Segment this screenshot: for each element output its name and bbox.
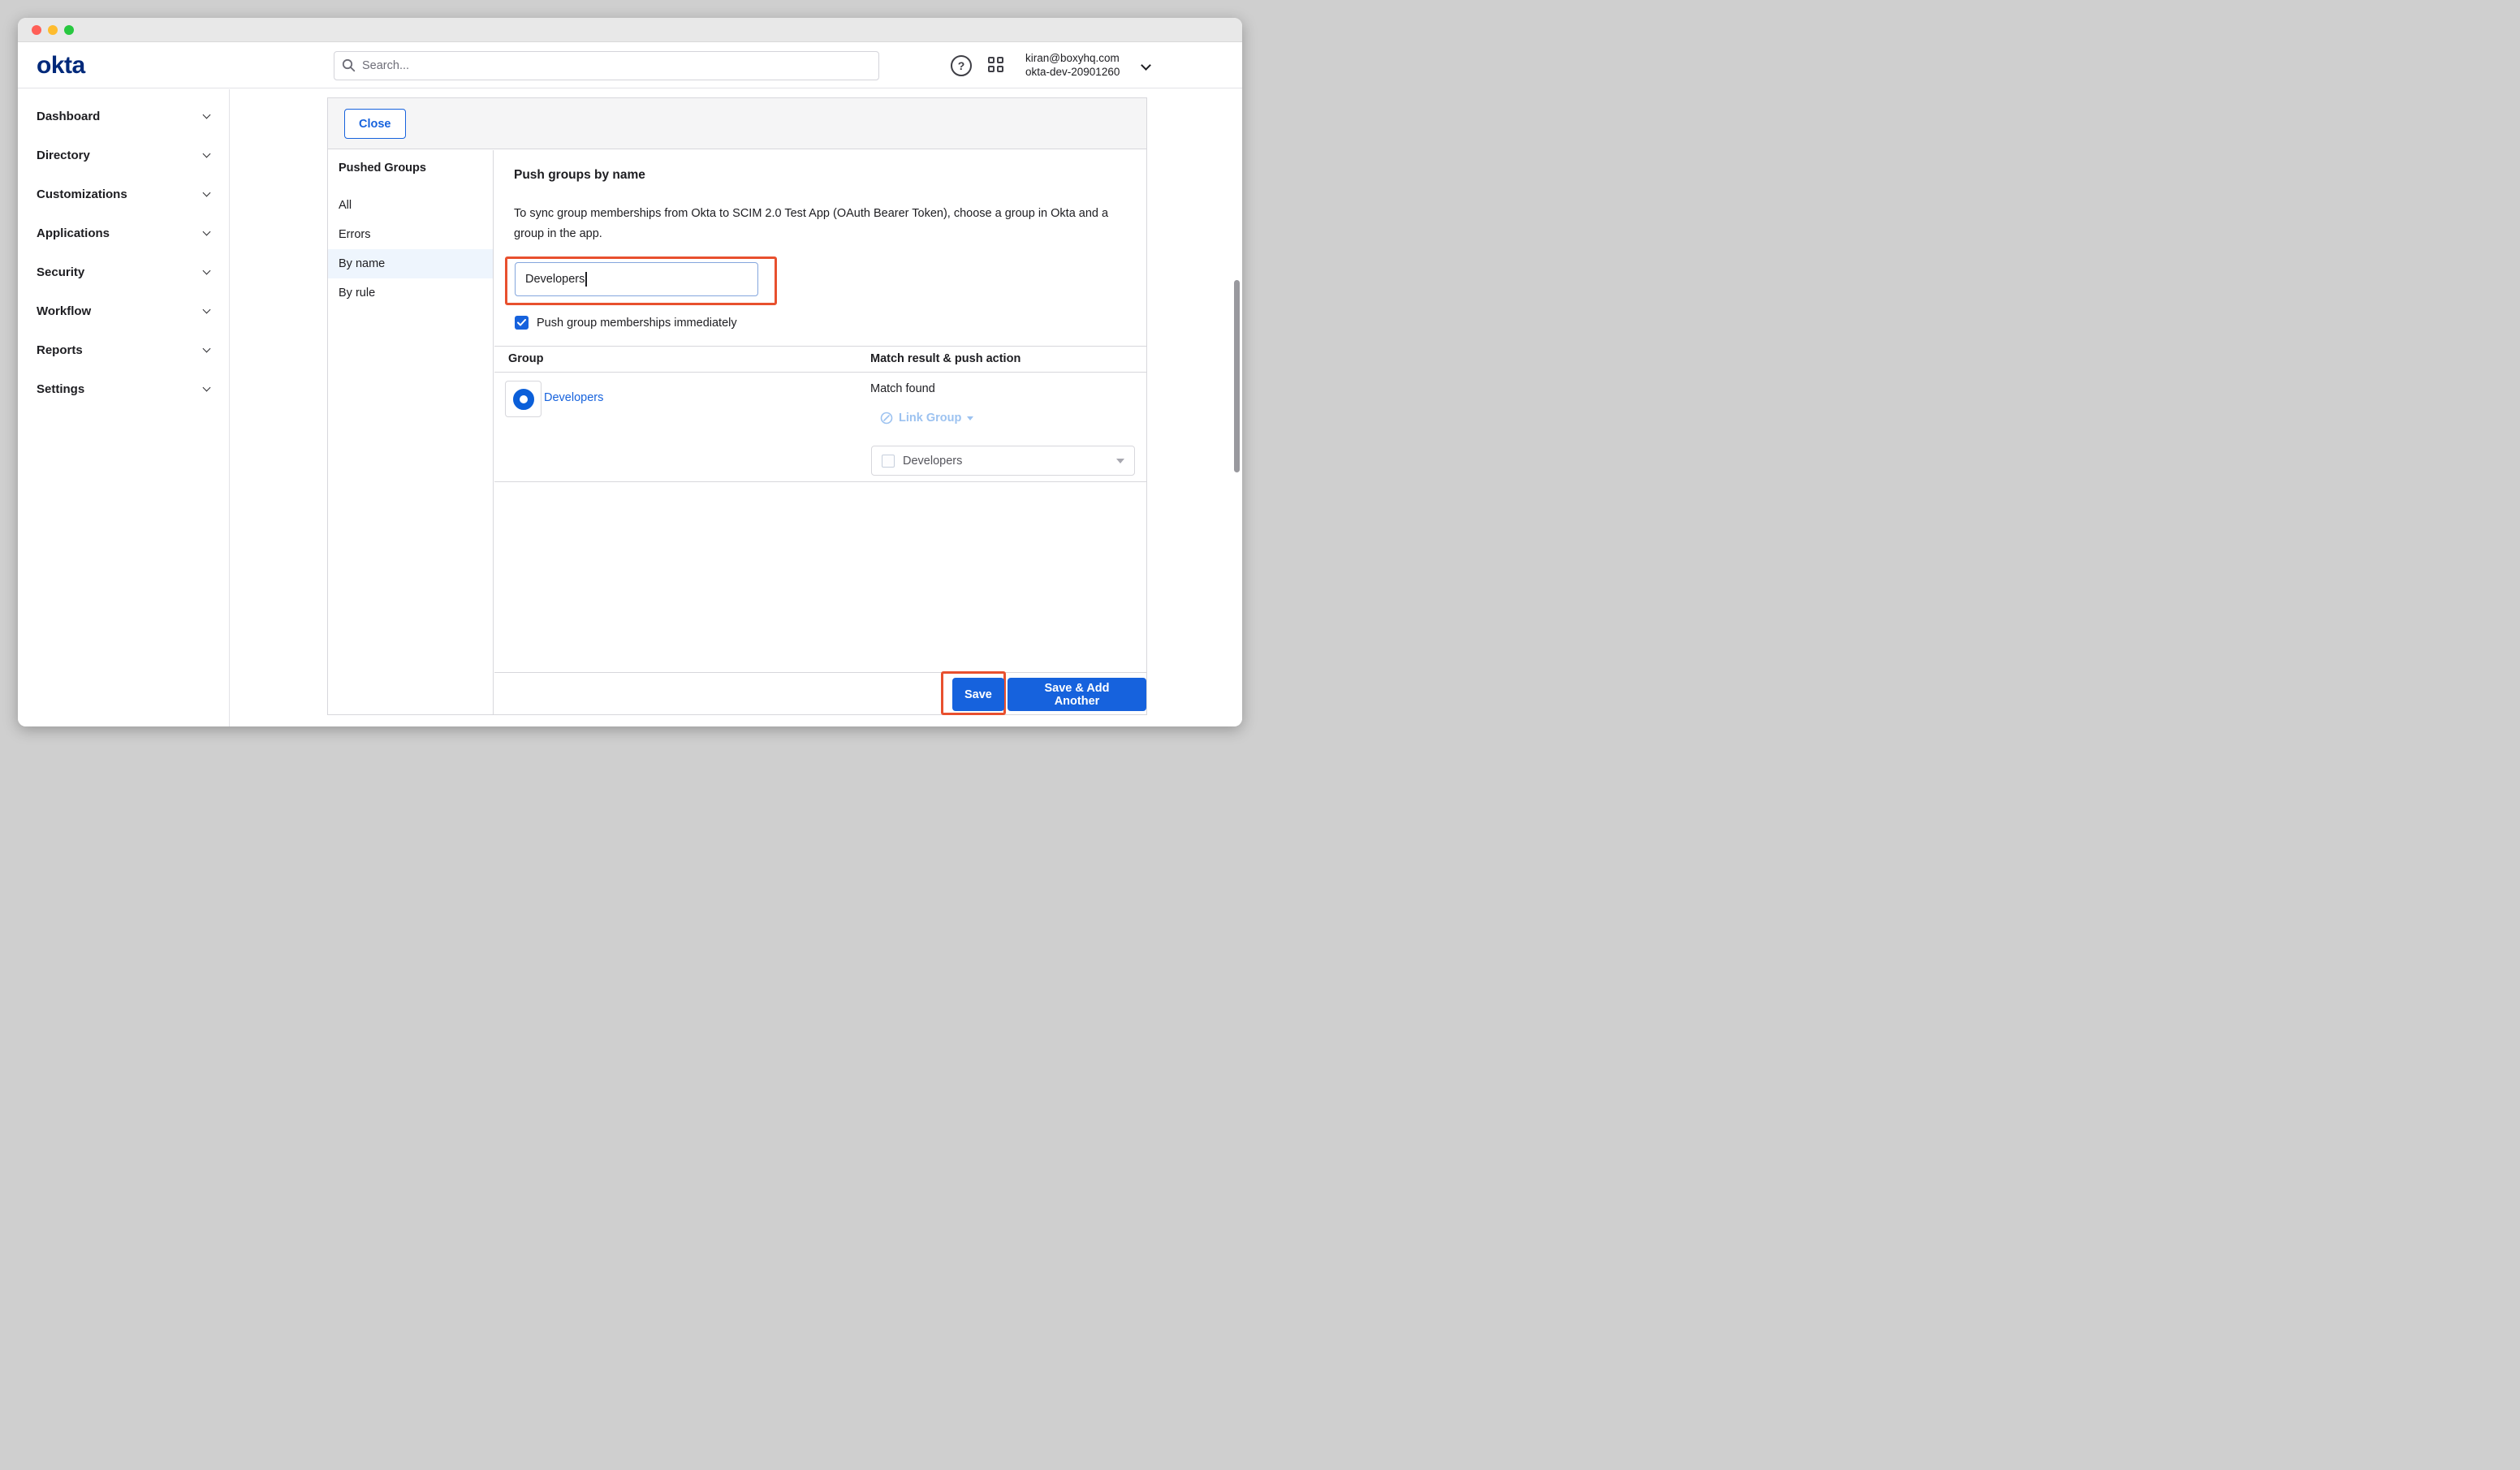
zoom-window-button[interactable] — [64, 25, 74, 35]
sidebar-item-label: Directory — [37, 149, 90, 162]
search-bar — [334, 51, 879, 80]
sidebar: Dashboard Directory Customizations Appli… — [18, 89, 230, 726]
group-input-value: Developers — [525, 273, 585, 286]
subnav-item-by-rule[interactable]: By rule — [328, 278, 493, 308]
sidebar-item-label: Applications — [37, 226, 110, 240]
close-window-button[interactable] — [32, 25, 41, 35]
sidebar-item-settings[interactable]: Settings — [18, 369, 229, 408]
push-immediately-row: Push group memberships immediately — [515, 316, 737, 330]
grid-square — [988, 57, 995, 63]
search-icon — [342, 58, 356, 72]
text-caret — [585, 272, 587, 287]
caret-down-icon — [1116, 459, 1124, 463]
link-icon — [880, 412, 893, 425]
link-group-label: Link Group — [899, 412, 961, 425]
sidebar-item-label: Reports — [37, 343, 83, 357]
scrollbar-thumb[interactable] — [1234, 280, 1240, 472]
account-menu[interactable]: kiran@boxyhq.com okta-dev-20901260 — [1025, 51, 1120, 79]
window-titlebar — [18, 18, 1242, 42]
link-group-button[interactable]: Link Group — [880, 412, 973, 425]
subnav-title: Pushed Groups — [339, 162, 426, 175]
help-button[interactable]: ? — [951, 55, 972, 76]
push-groups-description: To sync group memberships from Okta to S… — [514, 204, 1115, 244]
sidebar-item-security[interactable]: Security — [18, 252, 229, 291]
app-header: okta ? kiran@boxyhq.com okta-dev-2090126… — [18, 42, 1242, 88]
grid-square — [997, 57, 1003, 63]
chevron-down-icon — [203, 149, 211, 157]
chevron-down-icon — [203, 344, 211, 352]
panel-header: Close — [328, 98, 1146, 149]
okta-logo: okta — [37, 52, 85, 80]
sidebar-item-customizations[interactable]: Customizations — [18, 175, 229, 213]
sidebar-item-label: Workflow — [37, 304, 91, 318]
group-avatar — [505, 381, 542, 417]
chevron-down-icon — [203, 305, 211, 313]
group-link[interactable]: Developers — [544, 391, 603, 404]
chevron-down-icon — [203, 227, 211, 235]
help-icon: ? — [958, 59, 965, 72]
sidebar-item-workflow[interactable]: Workflow — [18, 291, 229, 330]
grid-square — [988, 66, 995, 72]
sidebar-item-label: Security — [37, 265, 84, 279]
linked-group-select[interactable]: Developers — [871, 446, 1135, 476]
push-immediately-label: Push group memberships immediately — [537, 317, 737, 330]
chevron-down-icon — [203, 188, 211, 196]
app-window: okta ? kiran@boxyhq.com okta-dev-2090126… — [18, 18, 1242, 726]
push-groups-content: Push groups by name To sync group member… — [494, 150, 1146, 714]
sidebar-item-applications[interactable]: Applications — [18, 213, 229, 252]
minimize-window-button[interactable] — [48, 25, 58, 35]
column-match-result: Match result & push action — [870, 352, 1021, 365]
search-input[interactable] — [334, 51, 879, 80]
sidebar-item-label: Dashboard — [37, 110, 100, 123]
panel-body: Pushed Groups All Errors By name By rule… — [328, 150, 1146, 714]
close-button[interactable]: Close — [344, 109, 406, 139]
group-placeholder-icon — [882, 455, 895, 468]
sidebar-item-directory[interactable]: Directory — [18, 136, 229, 175]
pushed-groups-subnav: Pushed Groups All Errors By name By rule — [328, 150, 494, 714]
match-status: Match found — [870, 382, 935, 395]
group-name-input[interactable]: Developers — [515, 262, 758, 296]
account-email: kiran@boxyhq.com — [1025, 51, 1120, 65]
subnav-item-all[interactable]: All — [328, 191, 493, 220]
row-divider — [494, 481, 1146, 482]
chevron-down-icon — [203, 266, 211, 274]
account-chevron-icon[interactable] — [1141, 60, 1151, 71]
push-groups-title: Push groups by name — [514, 168, 645, 183]
account-org: okta-dev-20901260 — [1025, 65, 1120, 79]
save-button[interactable]: Save — [952, 678, 1004, 711]
subnav-item-by-name[interactable]: By name — [328, 249, 493, 278]
sidebar-item-label: Settings — [37, 382, 84, 396]
table-header: Group Match result & push action — [494, 346, 1146, 373]
sidebar-item-reports[interactable]: Reports — [18, 330, 229, 369]
sidebar-item-label: Customizations — [37, 188, 127, 201]
panel-footer: Save Save & Add Another — [494, 672, 1146, 714]
main-area: Dashboard Directory Customizations Appli… — [18, 89, 1242, 726]
chevron-down-icon — [203, 383, 211, 391]
caret-down-icon — [967, 416, 973, 420]
linked-group-value: Developers — [903, 455, 1108, 468]
save-add-another-button[interactable]: Save & Add Another — [1008, 678, 1146, 711]
column-group: Group — [508, 352, 544, 365]
chevron-down-icon — [203, 110, 211, 119]
push-immediately-checkbox[interactable] — [515, 316, 529, 330]
subnav-list: All Errors By name By rule — [328, 191, 493, 308]
sidebar-item-dashboard[interactable]: Dashboard — [18, 97, 229, 136]
subnav-item-errors[interactable]: Errors — [328, 220, 493, 249]
grid-square — [997, 66, 1003, 72]
check-icon — [517, 319, 526, 326]
okta-group-icon — [513, 389, 534, 410]
apps-grid-icon[interactable] — [988, 57, 1005, 74]
push-groups-panel: Close Pushed Groups All Errors By name B… — [327, 97, 1147, 715]
